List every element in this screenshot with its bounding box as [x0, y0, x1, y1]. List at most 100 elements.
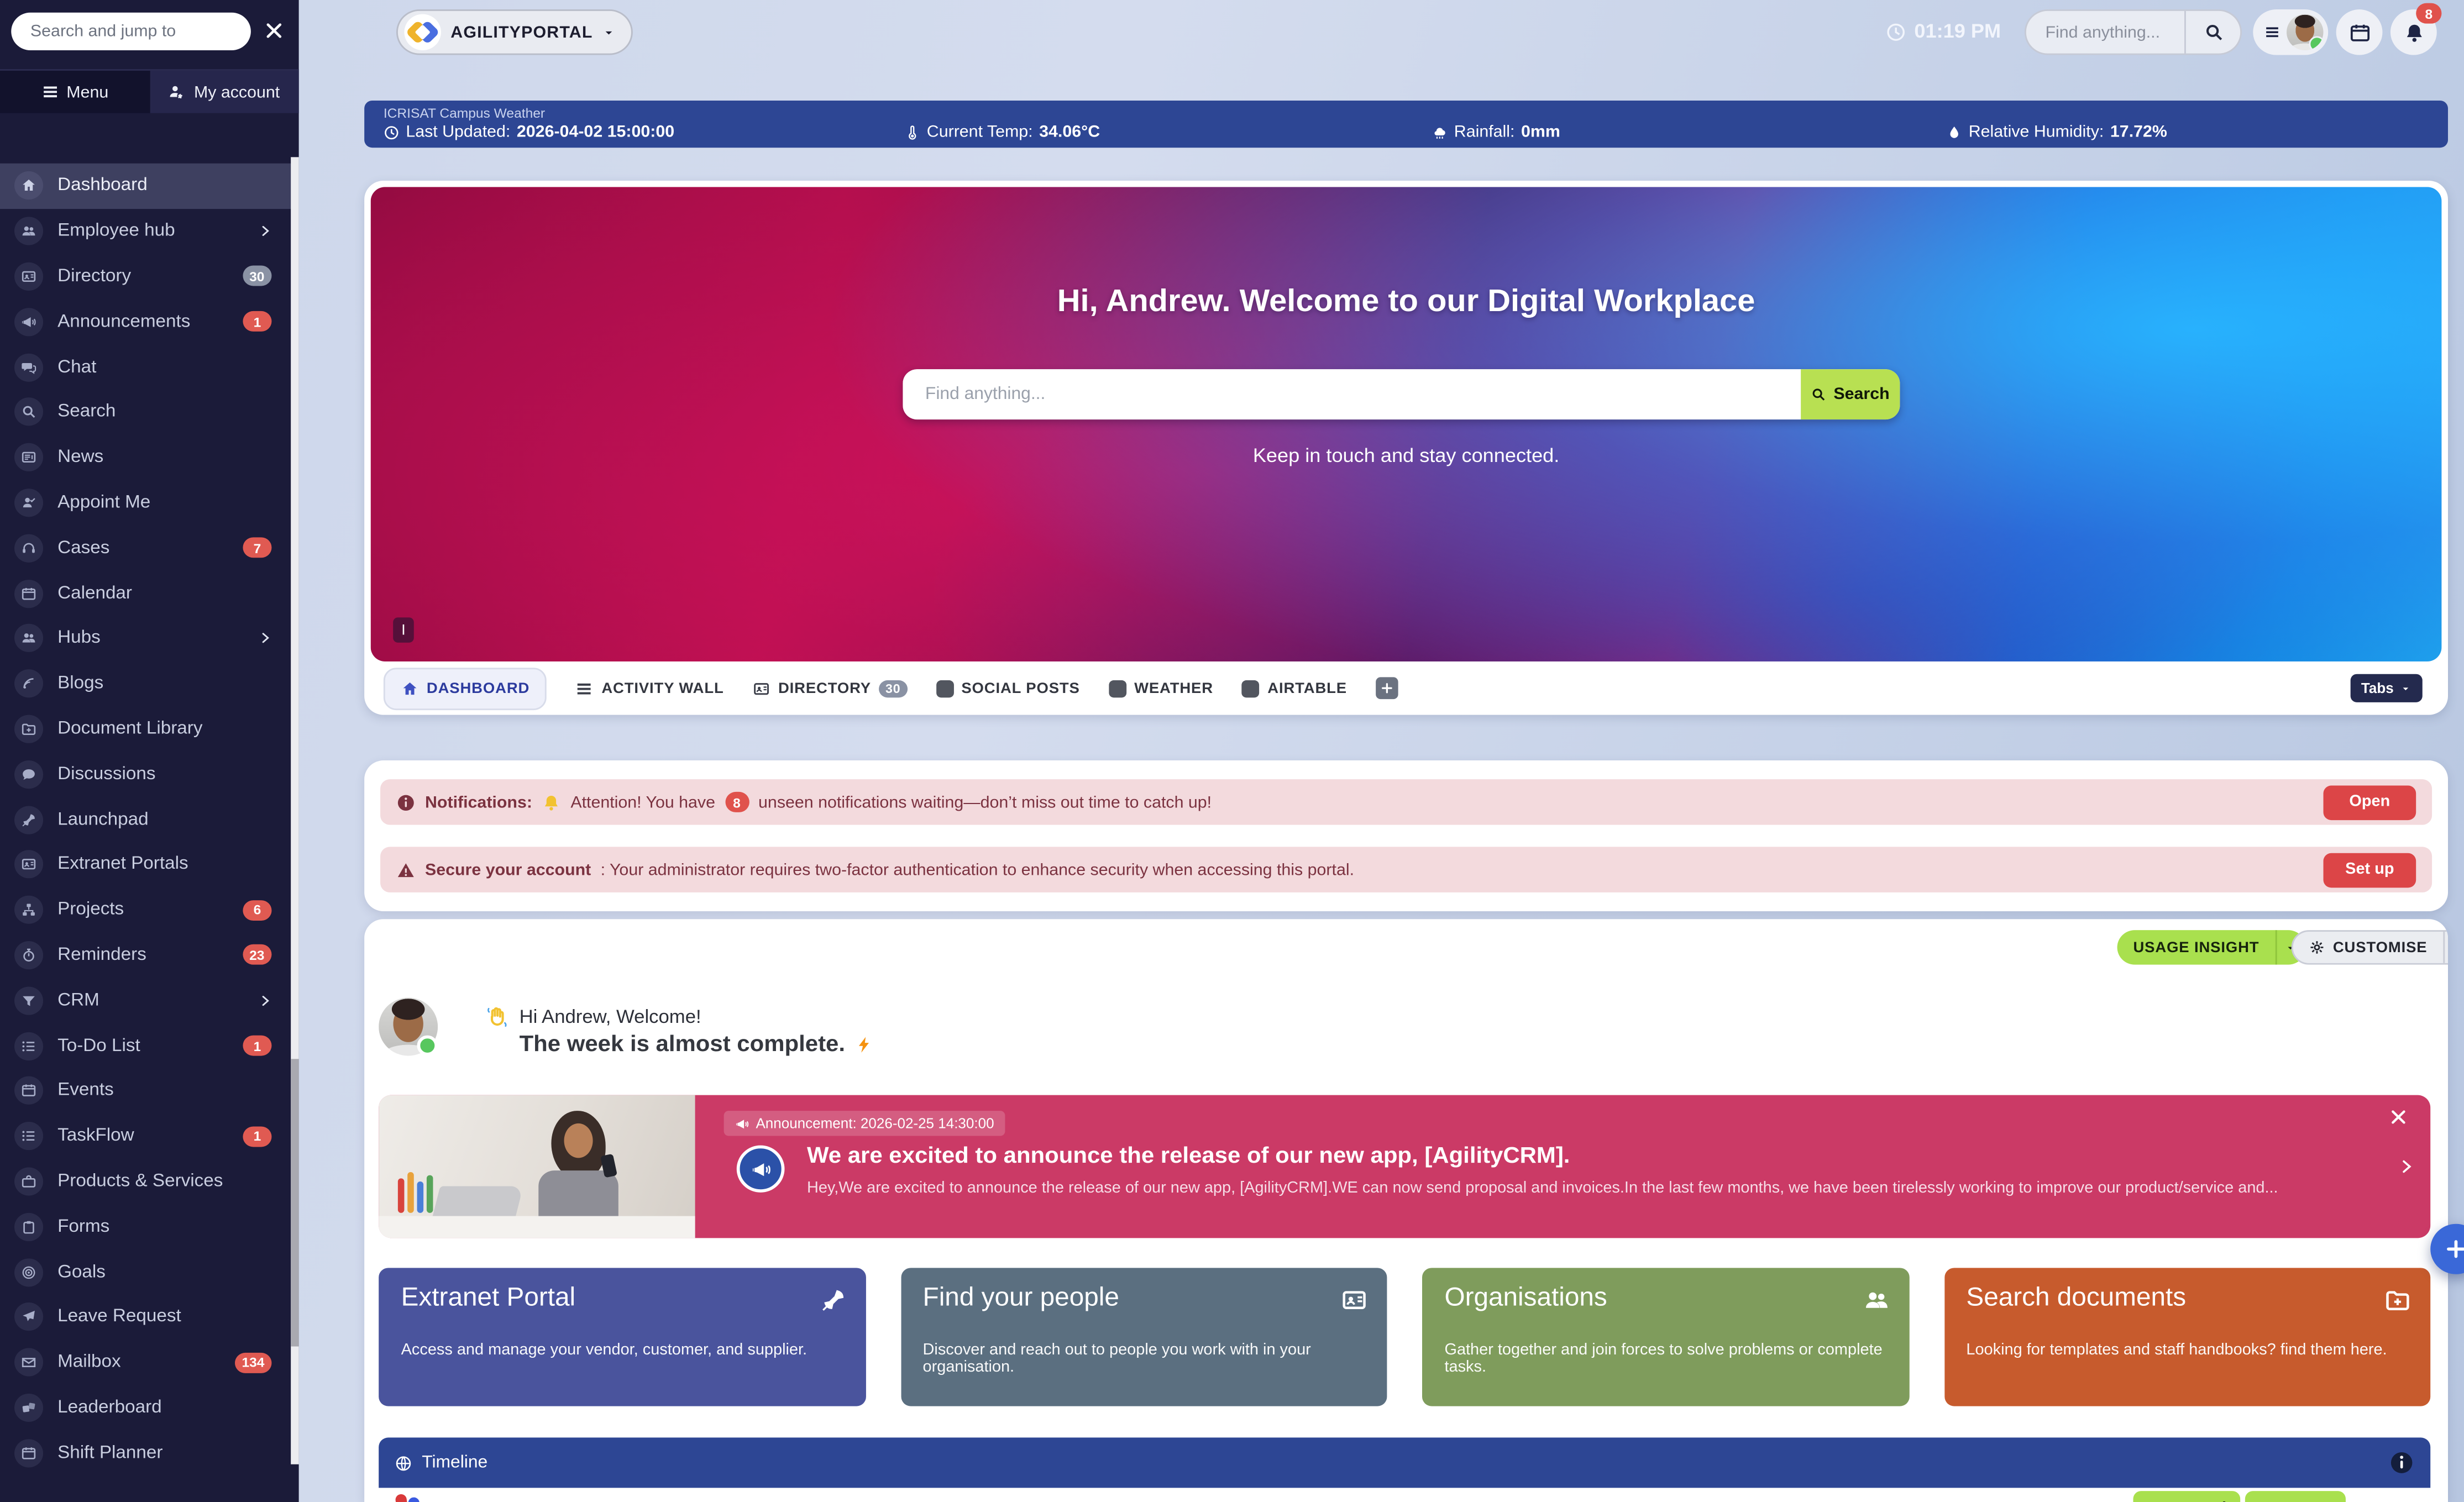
bars-icon [576, 680, 594, 697]
close-icon[interactable] [2389, 1107, 2411, 1130]
hero-search-input[interactable] [903, 369, 1801, 419]
sidebar-item-goals[interactable]: Goals [0, 1249, 291, 1295]
add-tab-button[interactable] [1376, 677, 1398, 699]
sidebar-item-chat[interactable]: Chat [0, 344, 291, 390]
sidebar-item-launchpad[interactable]: Launchpad [0, 797, 291, 842]
current-time: 01:19 PM [1914, 20, 2001, 43]
plus-icon [2445, 1238, 2464, 1260]
card-extranet-portal[interactable]: Extranet Portal Access and manage your v… [379, 1268, 865, 1406]
rocket-icon [14, 805, 43, 833]
sidebar-item-leave-request[interactable]: Leave Request [0, 1294, 291, 1340]
sidebar-item-events[interactable]: Events [0, 1068, 291, 1114]
lightning-icon [854, 1034, 874, 1056]
sidebar-item-forms[interactable]: Forms [0, 1204, 291, 1249]
tab-directory[interactable]: DIRECTORY 30 [753, 680, 907, 697]
announcement-banner[interactable]: Announcement: 2026-02-25 14:30:00 We are… [379, 1095, 2430, 1238]
tab-airtable[interactable]: AIRTABLE [1242, 680, 1347, 697]
timeline-export-button[interactable]: Export [2246, 1491, 2346, 1502]
tile-icon [1242, 680, 1260, 697]
header-search[interactable] [2025, 9, 2242, 55]
address-card-icon [14, 850, 43, 879]
search-icon[interactable] [2186, 22, 2240, 43]
notifications-button[interactable]: 8 [2390, 9, 2437, 55]
sidebar-item-directory[interactable]: Directory30 [0, 254, 291, 299]
card-organisations[interactable]: Organisations Gather together and join f… [1422, 1268, 1909, 1406]
sidebar-item-discussions[interactable]: Discussions [0, 752, 291, 797]
sidebar-item-announcements[interactable]: Announcements1 [0, 299, 291, 344]
sidebar-search-input[interactable] [27, 20, 235, 43]
sidebar-item-leaderboard[interactable]: Leaderboard [0, 1385, 291, 1430]
header-search-input[interactable] [2026, 23, 2184, 41]
sidebar-item-todo-list[interactable]: To-Do List1 [0, 1023, 291, 1068]
clock-icon [1885, 21, 1906, 41]
card-search-documents[interactable]: Search documents Looking for templates a… [1944, 1268, 2430, 1406]
hero-search-button[interactable]: Search [1801, 369, 1900, 419]
users-icon [14, 217, 43, 245]
timeline-expand-button[interactable]: Expand [2133, 1491, 2241, 1502]
weather-rainfall: Rainfall:0mm [1432, 123, 1560, 141]
sidebar-item-search[interactable]: Search [0, 390, 291, 435]
secure-account-alert: Secure your account : Your administrator… [380, 847, 2432, 892]
sidebar-scrollbar[interactable] [291, 157, 298, 1464]
agilityportal-dashboard: Menu My account Dashboard Employee hub D… [0, 0, 2464, 1502]
count-badge: 6 [243, 900, 271, 920]
sidebar-item-document-library[interactable]: Document Library [0, 706, 291, 752]
sidebar-tab-my-account[interactable]: My account [149, 71, 298, 113]
sidebar-scrollbar-thumb[interactable] [291, 1059, 298, 1346]
home-icon [14, 172, 43, 200]
customise-button[interactable]: CUSTOMISE [2292, 930, 2448, 965]
calendar-icon [14, 1076, 43, 1105]
sidebar-search[interactable] [11, 13, 251, 50]
sidebar-item-taskflow[interactable]: TaskFlow1 [0, 1114, 291, 1159]
sidebar-item-dashboard[interactable]: Dashboard [0, 164, 291, 209]
sidebar-item-shift-planner[interactable]: Shift Planner [0, 1430, 291, 1475]
chevron-right-icon[interactable] [2398, 1155, 2418, 1180]
brand-switcher[interactable]: AGILITYPORTAL [396, 9, 633, 55]
profile-menu-button[interactable] [2253, 9, 2328, 55]
sidebar-item-crm[interactable]: CRM [0, 978, 291, 1023]
sidebar-item-appoint-me[interactable]: Appoint Me [0, 480, 291, 526]
sidebar-item-calendar[interactable]: Calendar [0, 571, 291, 616]
timeline-header: Timeline [379, 1437, 2430, 1488]
hero-corner-badge[interactable]: I [393, 617, 414, 642]
plus-icon [1381, 682, 1393, 695]
tab-weather[interactable]: WEATHER [1109, 680, 1213, 697]
online-status-dot [417, 1036, 438, 1056]
tabs-dropdown-button[interactable]: Tabs [2350, 674, 2423, 702]
sidebar-item-hubs[interactable]: Hubs [0, 616, 291, 661]
announcement-date-chip: Announcement: 2026-02-25 14:30:00 [724, 1111, 1005, 1136]
sidebar-item-blogs[interactable]: Blogs [0, 661, 291, 706]
sidebar-close-icon[interactable] [257, 14, 289, 46]
tab-social-posts[interactable]: SOCIAL POSTS [936, 680, 1080, 697]
sidebar-item-products-services[interactable]: Products & Services [0, 1159, 291, 1204]
timeline-info-icon[interactable] [2389, 1450, 2414, 1475]
hero-search[interactable]: Search [903, 369, 1900, 419]
sidebar-item-projects[interactable]: Projects6 [0, 887, 291, 933]
sidebar-item-mailbox[interactable]: Mailbox134 [0, 1340, 291, 1385]
sidebar-tab-menu[interactable]: Menu [0, 71, 149, 113]
search-icon [14, 398, 43, 426]
sidebar-item-news[interactable]: News [0, 435, 291, 480]
sidebar-item-reminders[interactable]: Reminders23 [0, 933, 291, 978]
card-find-your-people[interactable]: Find your people Discover and reach out … [900, 1268, 1387, 1406]
sidebar-item-extranet-portals[interactable]: Extranet Portals [0, 842, 291, 887]
unseen-count-badge: 8 [725, 792, 748, 812]
folder-plus-icon [2384, 1286, 2411, 1313]
sitemap-icon [14, 896, 43, 924]
tab-activity-wall[interactable]: ACTIVITY WALL [576, 680, 724, 697]
droplet-icon [1946, 123, 1962, 140]
users-icon [1862, 1286, 1889, 1313]
waving-hand-icon [486, 1006, 508, 1028]
sidebar-item-employee-hub[interactable]: Employee hub [0, 209, 291, 254]
calendar-button[interactable] [2336, 9, 2383, 55]
open-notifications-button[interactable]: Open [2324, 785, 2416, 820]
address-card-icon [753, 680, 770, 697]
notification-count-badge: 8 [2416, 3, 2441, 24]
tab-dashboard[interactable]: DASHBOARD [384, 667, 547, 710]
caret-down-icon[interactable] [2443, 932, 2448, 963]
brand-name: AGILITYPORTAL [450, 23, 593, 41]
setup-2fa-button[interactable]: Set up [2324, 852, 2416, 887]
usage-insight-button[interactable]: USAGE INSIGHT [2117, 930, 2306, 965]
sidebar-item-cases[interactable]: Cases7 [0, 526, 291, 571]
hamburger-icon [2264, 24, 2280, 41]
